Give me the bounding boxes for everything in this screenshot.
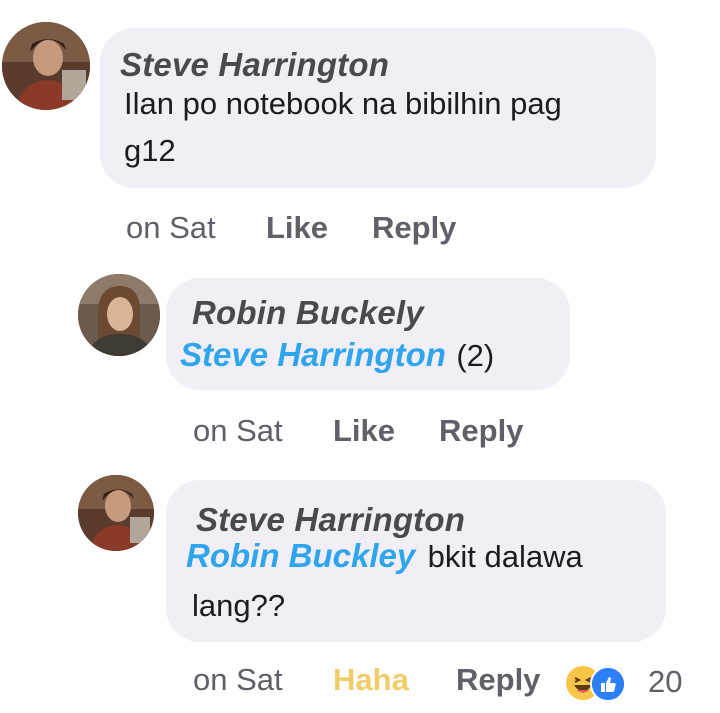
comment-text: Ilan po notebook na bibilhin pag g12 bbox=[124, 80, 644, 174]
reaction-summary[interactable]: 20 bbox=[566, 664, 696, 704]
comment-text: Steve Harrington (2) bbox=[180, 336, 494, 374]
comment-author[interactable]: Steve Harrington bbox=[120, 46, 389, 84]
comment-text-line: Ilan po notebook na bibilhin pag bbox=[124, 86, 562, 121]
comment-text: Robin Buckley bkit dalawa bbox=[186, 537, 583, 575]
avatar[interactable] bbox=[2, 22, 90, 110]
like-button[interactable]: Like bbox=[333, 413, 395, 449]
comment-text-value: (2) bbox=[456, 338, 495, 373]
avatar[interactable] bbox=[78, 274, 160, 356]
mention-link[interactable]: Steve Harrington bbox=[180, 336, 446, 373]
timestamp: on Sat bbox=[193, 413, 283, 448]
timestamp: on Sat bbox=[126, 210, 216, 245]
like-button[interactable]: Like bbox=[266, 210, 328, 246]
reaction-count: 20 bbox=[648, 664, 683, 699]
reply-button[interactable]: Reply bbox=[372, 210, 456, 246]
reply-button[interactable]: Reply bbox=[456, 662, 540, 698]
comment-actions: on Sat Like Reply bbox=[193, 413, 593, 453]
comment-author[interactable]: Steve Harrington bbox=[196, 501, 465, 539]
haha-reaction-label[interactable]: Haha bbox=[333, 662, 409, 698]
comment-author[interactable]: Robin Buckely bbox=[192, 294, 424, 332]
reply-button[interactable]: Reply bbox=[439, 413, 523, 449]
timestamp: on Sat bbox=[193, 662, 283, 697]
steve-avatar-image bbox=[2, 22, 90, 110]
comment-text-value: bkit dalawa bbox=[427, 539, 583, 574]
like-icon bbox=[590, 666, 626, 702]
robin-avatar-image bbox=[78, 274, 160, 356]
comment-actions: on Sat Like Reply bbox=[126, 210, 526, 250]
mention-link[interactable]: Robin Buckley bbox=[186, 537, 415, 574]
steve-avatar-image bbox=[78, 475, 154, 551]
comment-thread: Steve Harrington Ilan po notebook na bib… bbox=[0, 0, 720, 713]
comment-text-line: g12 bbox=[124, 133, 176, 168]
avatar[interactable] bbox=[78, 475, 154, 551]
comment-text-line: lang?? bbox=[192, 588, 286, 623]
